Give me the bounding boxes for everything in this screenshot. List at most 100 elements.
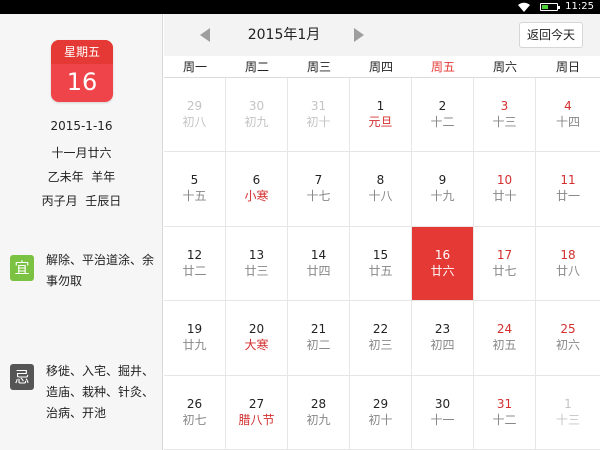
back-to-today-button[interactable]: 返回今天 <box>519 22 583 48</box>
day-number: 20 <box>248 322 265 337</box>
calendar-day[interactable]: 28 初九 <box>288 375 350 450</box>
date-badge: 星期五 16 <box>51 40 113 102</box>
day-number: 12 <box>186 247 203 262</box>
day-number: 26 <box>186 396 203 411</box>
day-number: 28 <box>310 396 327 411</box>
calendar-day[interactable]: 17 廿七 <box>474 226 536 302</box>
month-title: 2015年1月 <box>247 27 321 43</box>
calendar-day[interactable]: 16 廿六 <box>412 226 474 302</box>
calendar-day[interactable]: 15 廿五 <box>350 226 412 302</box>
day-number: 5 <box>190 173 199 188</box>
lunar-day: 十一 <box>430 412 455 427</box>
lunar-day: 十四 <box>555 115 580 129</box>
lunar-day: 初九 <box>244 115 269 129</box>
ji-text: 移徙、入宅、掘井、造庙、栽种、针灸、治病、开池 <box>46 364 155 420</box>
lunar-day: 廿五 <box>368 263 393 278</box>
lunar-day: 初二 <box>306 338 331 353</box>
lunar-day: 初八 <box>182 115 207 129</box>
day-number: 22 <box>372 322 389 337</box>
weekday-header: 周一 周二 周三 周四 周五 周六 周日 <box>164 56 600 78</box>
calendar-day[interactable]: 31 十二 <box>474 375 536 450</box>
lunar-day: 元旦 <box>368 115 393 129</box>
calendar-day[interactable]: 2 十二 <box>412 78 474 153</box>
day-number: 30 <box>248 99 265 113</box>
calendar-day[interactable]: 24 初五 <box>474 301 536 376</box>
calendar-day[interactable]: 31 初十 <box>288 78 350 153</box>
day-number: 27 <box>248 396 265 411</box>
calendar-day[interactable]: 25 初六 <box>536 301 600 376</box>
day-number: 13 <box>248 247 265 262</box>
calendar-grid: 29 初八 30 初九 31 初十 1 元旦 2 十二 3 十三 4 十四 5 十五 6 小寒 7 十七 8 十八 9 十九 1… <box>164 78 600 450</box>
status-bar: 11:25 <box>0 0 600 14</box>
lunar-day: 大寒 <box>244 338 269 353</box>
calendar-day[interactable]: 10 廿十 <box>474 152 536 227</box>
lunar-day: 廿六 <box>430 263 455 278</box>
lunar-day: 初九 <box>306 412 331 427</box>
lunar-day: 初十 <box>306 115 331 129</box>
day-number: 29 <box>372 396 389 411</box>
day-number: 1 <box>376 99 385 113</box>
lunar-day: 初三 <box>368 338 393 353</box>
day-detail-panel: 星期五 16 2015-1-16 十一月廿六 乙未年 羊年 丙子月 壬辰日 宜 … <box>0 14 163 450</box>
lunar-day: 腊八节 <box>238 412 275 427</box>
yi-label: 宜 <box>10 255 34 281</box>
calendar-day[interactable]: 19 廿九 <box>164 301 226 376</box>
lunar-day: 廿七 <box>492 263 517 278</box>
calendar-day[interactable]: 11 廿一 <box>536 152 600 227</box>
weekday-label: 周六 <box>492 60 517 74</box>
calendar-day[interactable]: 7 十七 <box>288 152 350 227</box>
day-number: 21 <box>310 322 327 337</box>
lunar-day: 廿一 <box>555 189 580 204</box>
calendar-day[interactable]: 21 初二 <box>288 301 350 376</box>
wifi-icon <box>518 2 530 12</box>
calendar-day[interactable]: 13 廿三 <box>226 226 288 302</box>
day-number: 25 <box>560 322 576 337</box>
lunar-day: 初十 <box>368 412 393 427</box>
lunar-day: 十八 <box>368 189 393 204</box>
day-number: 3 <box>500 99 509 113</box>
calendar-day[interactable]: 8 十八 <box>350 152 412 227</box>
lunar-day: 十二 <box>492 412 517 427</box>
day-number: 31 <box>496 396 513 411</box>
lunar-day: 初五 <box>492 338 517 353</box>
calendar-day[interactable]: 29 初八 <box>164 78 226 153</box>
calendar-day[interactable]: 20 大寒 <box>226 301 288 376</box>
badge-day: 16 <box>66 68 98 96</box>
calendar-day[interactable]: 22 初三 <box>350 301 412 376</box>
calendar-day[interactable]: 5 十五 <box>164 152 226 227</box>
calendar-day[interactable]: 18 廿八 <box>536 226 600 302</box>
calendar-day[interactable]: 3 十三 <box>474 78 536 153</box>
ji-label: 忌 <box>10 364 34 390</box>
calendar-day[interactable]: 14 廿四 <box>288 226 350 302</box>
calendar-day[interactable]: 12 廿二 <box>164 226 226 302</box>
calendar-day[interactable]: 30 初九 <box>226 78 288 153</box>
lunar-day: 廿八 <box>555 263 580 278</box>
weekday-label: 周日 <box>555 60 580 74</box>
calendar-day[interactable]: 23 初四 <box>412 301 474 376</box>
lunar-day: 十五 <box>182 189 207 204</box>
day-number: 17 <box>496 247 513 262</box>
calendar-day[interactable]: 29 初十 <box>350 375 412 450</box>
calendar-day[interactable]: 1 元旦 <box>350 78 412 153</box>
day-number: 19 <box>186 322 203 337</box>
day-number: 23 <box>434 322 451 337</box>
day-number: 18 <box>560 247 576 262</box>
calendar-day[interactable]: 9 十九 <box>412 152 474 227</box>
calendar-day[interactable]: 6 小寒 <box>226 152 288 227</box>
calendar-day[interactable]: 30 十一 <box>412 375 474 450</box>
lunar-day: 廿二 <box>182 263 207 278</box>
day-number: 4 <box>564 99 572 113</box>
lunar-day: 初六 <box>555 338 580 353</box>
arrow-right-icon[interactable] <box>354 28 364 42</box>
day-number: 24 <box>496 322 513 337</box>
arrow-left-icon[interactable] <box>200 28 210 42</box>
calendar-day[interactable]: 26 初七 <box>164 375 226 450</box>
calendar-day[interactable]: 27 腊八节 <box>226 375 288 450</box>
badge-weekday: 星期五 <box>51 40 113 64</box>
calendar-day[interactable]: 4 十四 <box>536 78 600 153</box>
lunar-day: 初七 <box>182 412 207 427</box>
calendar-day[interactable]: 1 十三 <box>536 375 600 450</box>
day-number: 2 <box>438 99 447 113</box>
lunar-day: 小寒 <box>244 189 269 204</box>
day-number: 1 <box>564 396 572 411</box>
